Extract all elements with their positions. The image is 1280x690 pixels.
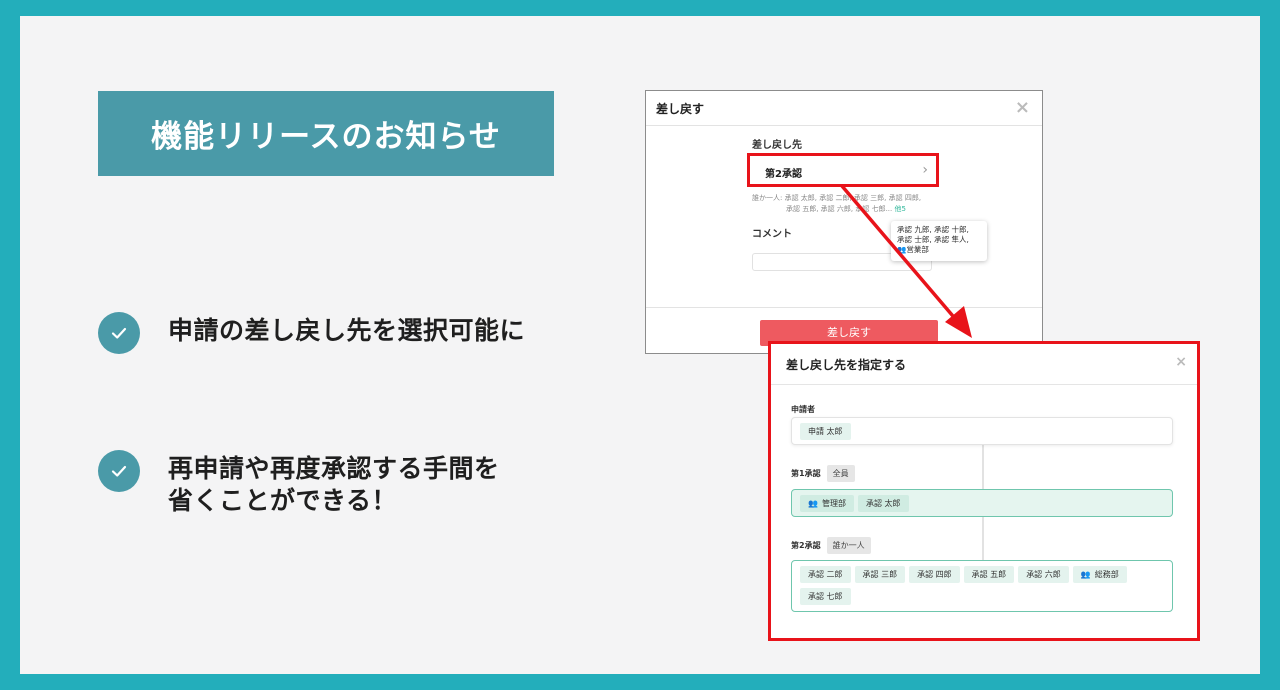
step1-box[interactable]: 👥 管理部 承認 太郎: [791, 489, 1173, 517]
step2-box[interactable]: 承認 二郎 承認 三郎 承認 四郎 承認 五郎 承認 六郎 👥 総務部 承認 七郎: [791, 560, 1173, 612]
person-chip: 承認 二郎: [800, 566, 851, 583]
person-chip: 承認 三郎: [854, 566, 906, 583]
group-chip: 👥 総務部: [1072, 566, 1127, 583]
person-chip: 承認 七郎: [800, 588, 851, 605]
status-badge: 全員: [826, 465, 855, 482]
applicant-box[interactable]: 申請 太郎: [791, 417, 1173, 445]
person-chip: 承認 太郎: [857, 495, 909, 512]
close-icon[interactable]: ×: [1175, 354, 1187, 370]
person-chip: 申請 太郎: [800, 423, 851, 440]
dialog-header: 差し戻し先を指定する ×: [771, 344, 1197, 385]
specify-return-dialog: 差し戻し先を指定する × 申請者 申請 太郎 第1承認 全員 👥 管理部 承認 太郎…: [768, 341, 1200, 641]
group-icon: 👥: [1080, 570, 1091, 579]
status-badge: 誰か一人: [826, 537, 871, 554]
step2-label: 第2承認 誰か一人: [791, 537, 871, 554]
group-chip: 👥 管理部: [800, 495, 854, 512]
person-chip: 承認 六郎: [1018, 566, 1069, 583]
step1-label: 第1承認 全員: [791, 465, 855, 482]
person-chip: 承認 四郎: [909, 566, 960, 583]
group-icon: 👥: [808, 499, 818, 508]
applicant-label: 申請者: [791, 405, 815, 414]
dialog-title: 差し戻し先を指定する: [786, 357, 907, 372]
person-chip: 承認 五郎: [963, 566, 1015, 583]
